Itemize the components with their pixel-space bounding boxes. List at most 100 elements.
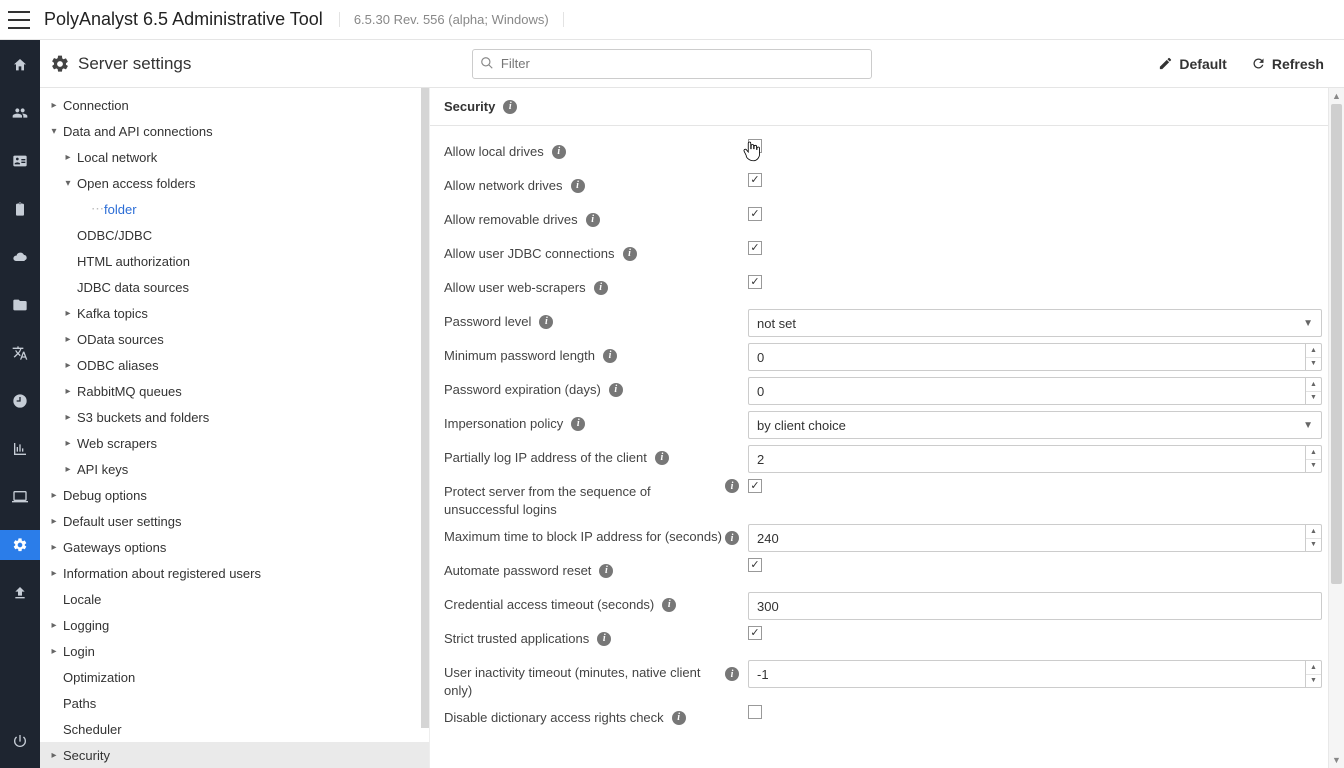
spinner[interactable]: ▲▼ [1306, 377, 1322, 405]
tree-item[interactable]: ▸ODBC/JDBC [40, 222, 429, 248]
filter-input[interactable] [472, 49, 872, 79]
spinner[interactable]: ▲▼ [1306, 343, 1322, 371]
number-field[interactable]: -1 [748, 660, 1306, 688]
spin-down-icon[interactable]: ▼ [1306, 675, 1321, 688]
info-icon[interactable]: i [623, 247, 637, 261]
rail-power-icon[interactable] [0, 726, 40, 756]
tree-item[interactable]: ▸Security [40, 742, 429, 768]
tree-item[interactable]: ▸Local network [40, 144, 429, 170]
number-field[interactable]: 240 [748, 524, 1306, 552]
checkbox[interactable] [748, 241, 762, 255]
info-icon[interactable]: i [609, 383, 623, 397]
spin-down-icon[interactable]: ▼ [1306, 358, 1321, 371]
info-icon[interactable]: i [599, 564, 613, 578]
info-icon[interactable]: i [725, 531, 739, 545]
info-icon[interactable]: i [672, 711, 686, 725]
tree-item[interactable]: ▸S3 buckets and folders [40, 404, 429, 430]
rail-cloud-icon[interactable] [0, 242, 40, 272]
tree-item[interactable]: ▸Gateways options [40, 534, 429, 560]
select-field[interactable]: by client choice▼ [748, 411, 1322, 439]
spinner[interactable]: ▲▼ [1306, 524, 1322, 552]
rail-home-icon[interactable] [0, 50, 40, 80]
checkbox[interactable] [748, 479, 762, 493]
scroll-down-icon[interactable]: ▼ [1329, 752, 1344, 768]
info-icon[interactable]: i [603, 349, 617, 363]
tree-item[interactable]: ▸Kafka topics [40, 300, 429, 326]
info-icon[interactable]: i [725, 667, 739, 681]
tree-item[interactable]: ▸API keys [40, 456, 429, 482]
tree-item[interactable]: ▸Scheduler [40, 716, 429, 742]
rail-chart-icon[interactable] [0, 434, 40, 464]
rail-upload-icon[interactable] [0, 578, 40, 608]
default-button[interactable]: Default [1152, 52, 1232, 76]
refresh-button[interactable]: Refresh [1245, 52, 1330, 76]
checkbox[interactable] [748, 207, 762, 221]
tree-scrollbar[interactable] [420, 88, 429, 768]
checkbox[interactable] [748, 139, 762, 153]
info-icon[interactable]: i [571, 179, 585, 193]
tree-item[interactable]: ▸Default user settings [40, 508, 429, 534]
tree-item[interactable]: ▸Optimization [40, 664, 429, 690]
tree-scroll-thumb[interactable] [421, 88, 429, 728]
checkbox[interactable] [748, 558, 762, 572]
checkbox[interactable] [748, 705, 762, 719]
menu-icon[interactable] [8, 11, 30, 29]
spin-down-icon[interactable]: ▼ [1306, 392, 1321, 405]
number-field[interactable]: 0 [748, 343, 1306, 371]
tree-item[interactable]: ▾Data and API connections [40, 118, 429, 144]
tree-item[interactable]: ▸Connection [40, 92, 429, 118]
info-icon[interactable]: i [597, 632, 611, 646]
rail-idcard-icon[interactable] [0, 146, 40, 176]
tree-item[interactable]: ▸⋯ folder [40, 196, 429, 222]
info-icon[interactable]: i [552, 145, 566, 159]
spinner[interactable]: ▲▼ [1306, 660, 1322, 688]
scroll-up-icon[interactable]: ▲ [1329, 88, 1344, 104]
rail-gears-icon[interactable] [0, 530, 40, 560]
tree-item[interactable]: ▸Login [40, 638, 429, 664]
tree-item[interactable]: ▸RabbitMQ queues [40, 378, 429, 404]
tree-item[interactable]: ▸HTML authorization [40, 248, 429, 274]
rail-users-icon[interactable] [0, 98, 40, 128]
spinner[interactable]: ▲▼ [1306, 445, 1322, 473]
info-icon[interactable]: i [539, 315, 553, 329]
rail-clipboard-icon[interactable] [0, 194, 40, 224]
rail-computer-icon[interactable] [0, 482, 40, 512]
info-icon[interactable]: i [503, 100, 517, 114]
info-icon[interactable]: i [655, 451, 669, 465]
number-field[interactable]: 0 [748, 377, 1306, 405]
tree-item[interactable]: ▸JDBC data sources [40, 274, 429, 300]
number-field[interactable]: 2 [748, 445, 1306, 473]
tree-item[interactable]: ▸Web scrapers [40, 430, 429, 456]
rail-clock-icon[interactable] [0, 386, 40, 416]
select-field[interactable]: not set▼ [748, 309, 1322, 337]
number-field[interactable]: 300 [748, 592, 1322, 620]
tree-item[interactable]: ▸Paths [40, 690, 429, 716]
settings-tree[interactable]: ▸Connection▾Data and API connections▸Loc… [40, 88, 429, 768]
tree-item[interactable]: ▸Debug options [40, 482, 429, 508]
spin-up-icon[interactable]: ▲ [1306, 344, 1321, 358]
spin-down-icon[interactable]: ▼ [1306, 539, 1321, 552]
checkbox[interactable] [748, 626, 762, 640]
checkbox[interactable] [748, 275, 762, 289]
tree-item[interactable]: ▸OData sources [40, 326, 429, 352]
info-icon[interactable]: i [571, 417, 585, 431]
spin-up-icon[interactable]: ▲ [1306, 661, 1321, 675]
settings-scrollbar[interactable]: ▲ ▼ [1328, 88, 1344, 768]
tree-item[interactable]: ▸ODBC aliases [40, 352, 429, 378]
tree-item[interactable]: ▾Open access folders [40, 170, 429, 196]
spin-up-icon[interactable]: ▲ [1306, 446, 1321, 460]
tree-item[interactable]: ▸Locale [40, 586, 429, 612]
info-icon[interactable]: i [662, 598, 676, 612]
info-icon[interactable]: i [594, 281, 608, 295]
spin-down-icon[interactable]: ▼ [1306, 460, 1321, 473]
tree-item[interactable]: ▸Information about registered users [40, 560, 429, 586]
spin-up-icon[interactable]: ▲ [1306, 378, 1321, 392]
info-icon[interactable]: i [725, 479, 739, 493]
settings-scroll-thumb[interactable] [1331, 104, 1342, 584]
info-icon[interactable]: i [586, 213, 600, 227]
rail-translate-icon[interactable] [0, 338, 40, 368]
rail-folder-icon[interactable] [0, 290, 40, 320]
spin-up-icon[interactable]: ▲ [1306, 525, 1321, 539]
checkbox[interactable] [748, 173, 762, 187]
tree-item[interactable]: ▸Logging [40, 612, 429, 638]
